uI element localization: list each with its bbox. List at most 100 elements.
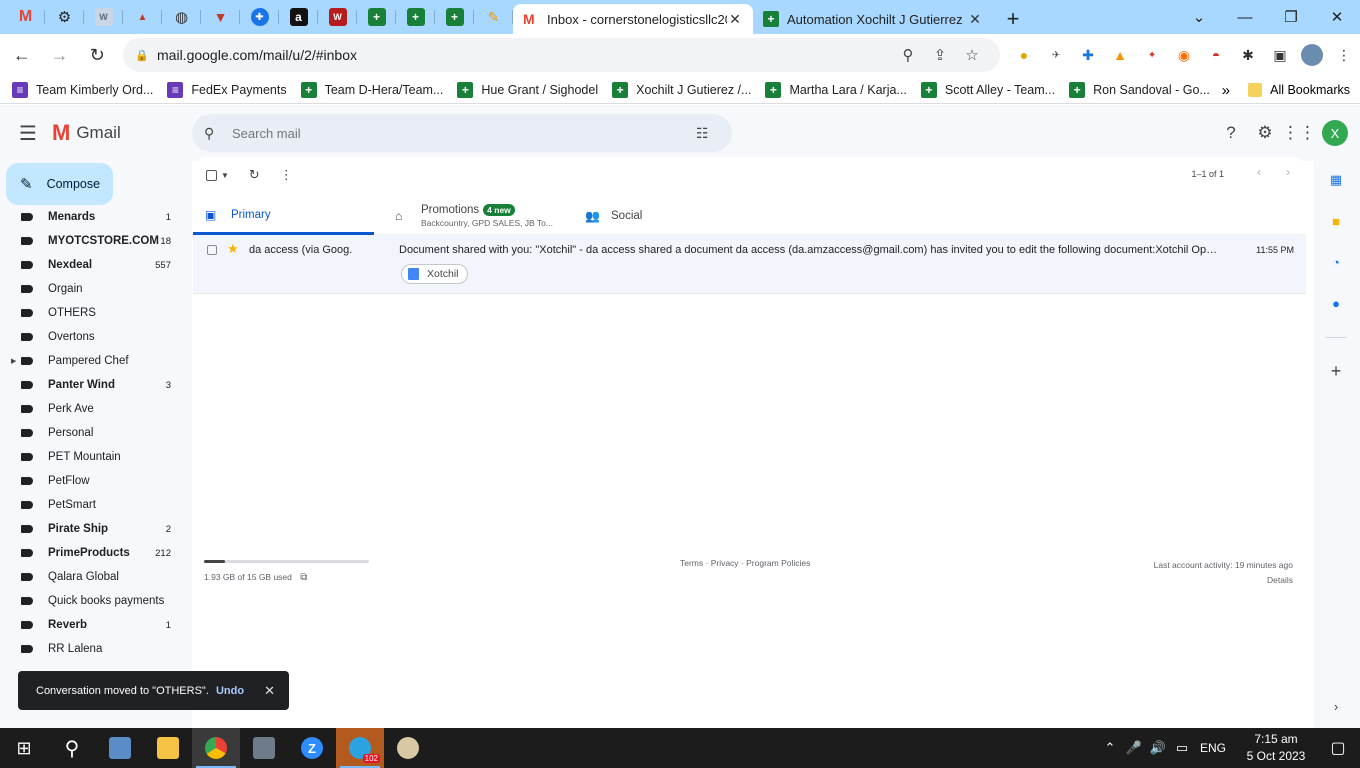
puzzle-icon[interactable]: ✱: [1232, 39, 1264, 71]
pinned-tab-6[interactable]: ▼: [201, 0, 240, 34]
extension-icon[interactable]: ◉: [1168, 39, 1200, 71]
pinned-tab-5[interactable]: ◍: [162, 0, 201, 34]
search-input[interactable]: [232, 125, 696, 141]
sidebar-label-item[interactable]: PrimeProducts 212: [0, 541, 192, 565]
close-icon[interactable]: ✕: [727, 11, 743, 28]
paint-icon[interactable]: [384, 728, 432, 768]
search-options-icon[interactable]: ☷: [696, 125, 720, 142]
search-icon[interactable]: ⚲: [48, 728, 96, 768]
sidebar-label-item[interactable]: Menards 1: [0, 205, 192, 229]
reload-button[interactable]: ↻: [81, 39, 113, 71]
volume-icon[interactable]: 🔊: [1146, 740, 1170, 756]
extension-icon[interactable]: ✦: [1136, 39, 1168, 71]
calendar-icon[interactable]: ▦: [1325, 169, 1347, 191]
close-window-button[interactable]: ✕: [1314, 0, 1360, 34]
start-button[interactable]: ⊞: [0, 728, 48, 768]
search-icon[interactable]: ⚲: [204, 125, 228, 142]
gmail-logo[interactable]: M Gmail: [52, 120, 121, 146]
zoom-app-icon[interactable]: Z: [288, 728, 336, 768]
calculator-icon[interactable]: [240, 728, 288, 768]
bookmark-item[interactable]: + Martha Lara / Karja...: [765, 81, 907, 98]
pinned-tab-3[interactable]: W: [84, 0, 123, 34]
chrome-icon[interactable]: [192, 728, 240, 768]
sidebar-label-item[interactable]: PetSmart: [0, 493, 192, 517]
notifications-icon[interactable]: ▢: [1316, 738, 1360, 758]
star-icon[interactable]: ★: [227, 241, 239, 257]
all-bookmarks[interactable]: All Bookmarks: [1270, 83, 1350, 97]
telegram-icon[interactable]: 102: [336, 728, 384, 768]
sidebar-label-item[interactable]: Qalara Global: [0, 565, 192, 589]
settings-gear-icon[interactable]: ⚙: [1248, 116, 1282, 150]
taskbar-app-icon[interactable]: [96, 728, 144, 768]
sidebar-label-item[interactable]: PetFlow: [0, 469, 192, 493]
undo-button[interactable]: Undo: [216, 685, 244, 697]
extension-icon[interactable]: ●: [1008, 39, 1040, 71]
bookmark-star-icon[interactable]: ☆: [956, 46, 988, 64]
select-dropdown-icon[interactable]: ▼: [221, 163, 229, 187]
restore-button[interactable]: ❐: [1268, 0, 1314, 34]
tasks-icon[interactable]: ◔: [1325, 251, 1347, 273]
pinned-tab-7[interactable]: ✚: [240, 0, 279, 34]
sidebar-label-item[interactable]: MYOTCSTORE.COM 18: [0, 229, 192, 253]
sidebar-label-item[interactable]: Orgain: [0, 277, 192, 301]
new-tab-button[interactable]: +: [997, 4, 1029, 34]
sidebar-label-item[interactable]: Personal: [0, 421, 192, 445]
account-avatar[interactable]: X: [1322, 120, 1348, 146]
contacts-icon[interactable]: ●: [1325, 292, 1347, 314]
back-button[interactable]: ←: [6, 39, 38, 71]
chevron-up-icon[interactable]: ⌃: [1098, 740, 1122, 756]
older-page-icon[interactable]: ‹: [1257, 165, 1261, 179]
sidebar-label-item[interactable]: Perk Ave: [0, 397, 192, 421]
extension-icon[interactable]: ✈: [1040, 39, 1072, 71]
bookmark-item[interactable]: + Xochilt J Gutierez /...: [612, 81, 751, 98]
row-checkbox[interactable]: [207, 245, 217, 255]
newer-page-icon[interactable]: ›: [1286, 165, 1290, 179]
tab-promotions[interactable]: ⌂ Promotions 4 new Backcountry, GPD SALES…: [374, 197, 564, 235]
external-link-icon[interactable]: ⧉: [300, 572, 307, 583]
sidebar-label-item[interactable]: Panter Wind 3: [0, 373, 192, 397]
pinned-tab-sheets-2[interactable]: +: [396, 0, 435, 34]
pinned-tab-sheets-1[interactable]: +: [357, 0, 396, 34]
extension-icon[interactable]: ✚: [1072, 39, 1104, 71]
footer-links[interactable]: Terms · Privacy · Program Policies: [680, 558, 810, 568]
sidebar-label-item[interactable]: OTHERS: [0, 301, 192, 325]
close-icon[interactable]: ✕: [264, 683, 275, 699]
address-bar[interactable]: 🔒 mail.google.com/mail/u/2/#inbox ⚲ ⇪ ☆: [123, 38, 1001, 72]
pinned-tab-gmail[interactable]: M: [6, 0, 45, 34]
bookmark-item[interactable]: ≡ Team Kimberly Ord...: [12, 81, 153, 98]
keep-icon[interactable]: ■: [1325, 210, 1347, 232]
select-all-checkbox[interactable]: [206, 163, 217, 187]
tab-social[interactable]: 👥 Social: [564, 197, 642, 235]
forward-button[interactable]: →: [44, 39, 76, 71]
bookmark-item[interactable]: + Ron Sandoval - Go...: [1069, 81, 1210, 98]
email-row[interactable]: ★ da access (via Goog. Document shared w…: [193, 235, 1306, 294]
attachment-chip[interactable]: Xotchil: [401, 264, 468, 284]
zoom-icon[interactable]: ⚲: [892, 46, 924, 64]
tab-automation[interactable]: + Automation Xochilt J Gutierrez ( ✕: [753, 4, 993, 34]
bookmark-item[interactable]: + Team D-Hera/Team...: [300, 81, 443, 98]
side-panel-icon[interactable]: ▣: [1264, 39, 1296, 71]
compose-button[interactable]: ✎ Compose: [6, 163, 113, 205]
sidebar-label-item[interactable]: ▶ Pampered Chef: [0, 349, 192, 373]
file-explorer-icon[interactable]: [144, 728, 192, 768]
apps-grid-icon[interactable]: ⋮⋮: [1282, 116, 1316, 150]
pinned-tab-chatgpt[interactable]: ⚙: [45, 0, 84, 34]
bookmark-item[interactable]: ≡ FedEx Payments: [167, 81, 287, 98]
sidebar-label-item[interactable]: Quick books payments: [0, 589, 192, 613]
sidebar-label-item[interactable]: RR Lalena: [0, 637, 192, 661]
bookmarks-overflow-button[interactable]: »: [1222, 82, 1230, 99]
language-indicator[interactable]: ENG: [1200, 741, 1226, 755]
microphone-icon[interactable]: 🎤: [1122, 740, 1146, 756]
tab-search-icon[interactable]: ⌄: [1176, 0, 1222, 34]
pinned-tab-13[interactable]: ✎: [474, 0, 513, 34]
main-menu-icon[interactable]: ☰: [4, 109, 52, 157]
clock[interactable]: 7:15 am 5 Oct 2023: [1236, 731, 1316, 765]
pinned-tab-9[interactable]: W: [318, 0, 357, 34]
expand-arrow-icon[interactable]: ▶: [11, 357, 16, 365]
menu-icon[interactable]: ⋮: [1328, 39, 1360, 71]
minimize-button[interactable]: —: [1222, 0, 1268, 34]
sidebar-label-item[interactable]: PET Mountain: [0, 445, 192, 469]
share-icon[interactable]: ⇪: [924, 46, 956, 64]
sidebar-label-item[interactable]: Reverb 1: [0, 613, 192, 637]
bookmark-item[interactable]: + Hue Grant / Sighodel: [457, 81, 598, 98]
